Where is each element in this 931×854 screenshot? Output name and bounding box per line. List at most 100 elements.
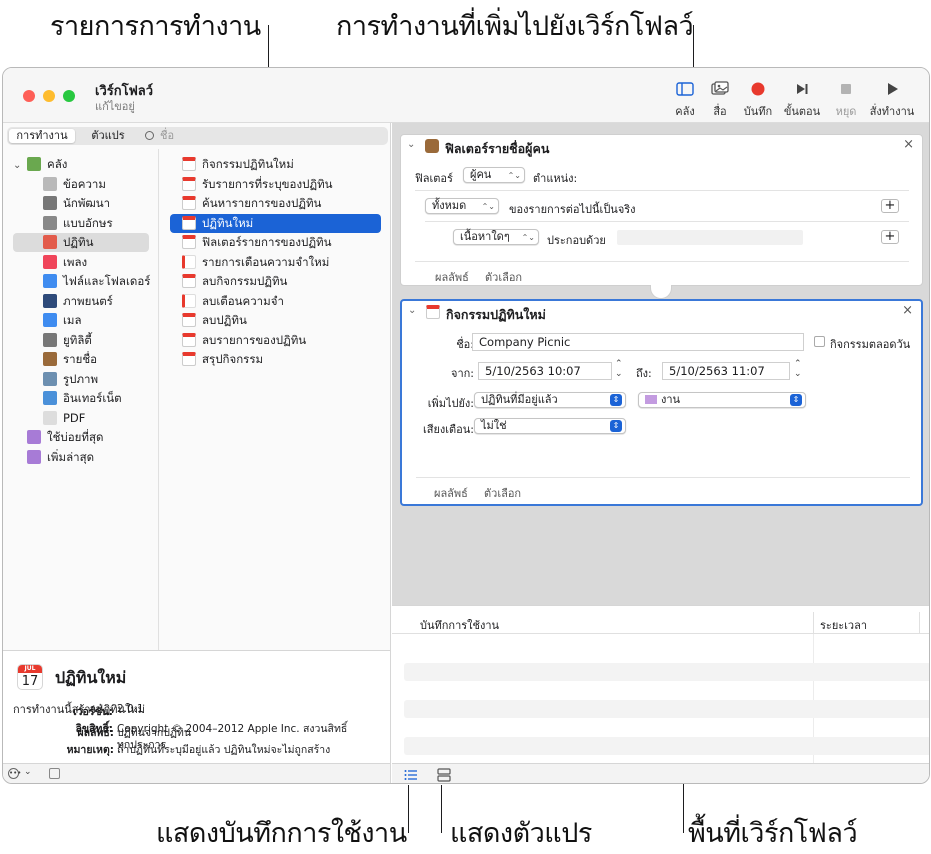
contains-value-field[interactable] (617, 230, 803, 245)
action-item[interactable]: ลบกิจกรรมปฏิทิน (170, 272, 381, 291)
chevron-down-icon[interactable]: ⌄ (13, 156, 23, 175)
library-item[interactable]: ยูทิลิตี้ (43, 331, 143, 350)
library-item[interactable]: ไฟล์และโฟลเดอร์ (43, 272, 150, 291)
action-item[interactable]: กิจกรรมปฏิทินใหม่ (170, 155, 381, 174)
calendar-icon (43, 235, 57, 249)
description-toggle-icon[interactable] (49, 768, 60, 779)
show-log-icon[interactable] (404, 767, 418, 781)
alarm-label: เสียงเตือน: (422, 423, 474, 436)
updown-icon: ⌃⌄ (481, 202, 495, 211)
chevron-down-icon[interactable]: ⌄ (24, 767, 32, 777)
run-toolbar-button[interactable]: สั่งทำงาน (869, 80, 915, 120)
close-icon[interactable]: × (902, 303, 913, 318)
options-tab[interactable]: ตัวเลือก (484, 484, 521, 502)
updown-icon: ⇕ (790, 394, 802, 406)
library-item[interactable]: PDF (43, 409, 143, 428)
library-item[interactable]: ปฏิทิน (13, 233, 149, 252)
action-item-label: กิจกรรมปฏิทินใหม่ (202, 157, 294, 171)
action-menu-icon[interactable]: ••• (8, 768, 21, 779)
stop-toolbar-button[interactable]: หยุด (825, 80, 867, 120)
contacts-icon (43, 352, 57, 366)
tab-variables[interactable]: ตัวแปร (79, 129, 137, 143)
to-date-field[interactable]: 5/10/2563 11:07 (662, 362, 790, 380)
calendar-select[interactable]: งาน ⇕ (638, 392, 806, 408)
log-column-header[interactable]: บันทึกการใช้งาน (420, 616, 499, 634)
to-stepper-icon[interactable]: ⌃ ⌄ (794, 359, 802, 379)
chevron-down-icon[interactable]: ⌄ (407, 139, 415, 150)
add-condition-button[interactable]: + (881, 230, 899, 244)
action-item-label: รายการเตือนความจำใหม่ (202, 254, 330, 269)
library-item[interactable]: นักพัฒนา (43, 194, 143, 213)
add-to-select[interactable]: ปฏิทินที่มีอยู่แล้ว ⇕ (474, 392, 626, 408)
workflow-area[interactable]: ⌄ ฟิลเตอร์รายชื่อผู้คน × ฟิลเตอร์ ผู้คน ⌃… (392, 123, 929, 605)
action-item[interactable]: ฟิลเตอร์รายการของปฏิทิน (170, 233, 381, 252)
action-item-label: รับรายการที่ระบุของปฏิทิน (202, 176, 333, 191)
from-date-field[interactable]: 5/10/2563 10:07 (478, 362, 612, 380)
action-item-label: ลบปฏิทิน (202, 313, 247, 327)
action-item[interactable]: รับรายการที่ระบุของปฏิทิน (170, 175, 381, 194)
library-item[interactable]: เพิ่มล่าสุด (27, 448, 143, 467)
new-calendar-event-action[interactable]: ⌄ กิจกรรมปฏิทินใหม่ × ชื่อ: Company Picn… (400, 299, 923, 506)
show-variables-icon[interactable] (437, 767, 451, 782)
match-all-select[interactable]: ทั้งหมด ⌃⌄ (425, 198, 499, 214)
music-icon (43, 254, 57, 269)
zoom-window-button[interactable] (63, 90, 75, 102)
media-toolbar-button[interactable]: สื่อ (699, 80, 741, 120)
results-tab[interactable]: ผลลัพธ์ (434, 484, 468, 502)
log-panel: บันทึกการใช้งาน ระยะเวลา (392, 605, 929, 764)
media-toolbar-label: สื่อ (713, 105, 727, 118)
add-condition-button[interactable]: + (881, 199, 899, 213)
event-name-field[interactable]: Company Picnic (472, 333, 804, 351)
action-item[interactable]: ลบปฏิทิน (170, 311, 381, 330)
calendar-value: งาน (661, 393, 681, 406)
library-item[interactable]: ภาพยนตร์ (43, 292, 143, 311)
allday-checkbox[interactable] (814, 336, 825, 347)
library-item[interactable]: ⌄ คลัง (13, 155, 143, 174)
action-item[interactable]: ปฏิทินใหม่ (170, 213, 381, 233)
library-icon (27, 157, 41, 171)
step-toolbar-label: ขั้นตอน (783, 105, 821, 118)
library-item[interactable]: เพลง (43, 253, 143, 272)
library-item[interactable]: รูปภาพ (43, 370, 143, 389)
chevron-down-icon[interactable]: ⌄ (408, 305, 416, 316)
tab-actions[interactable]: การทำงาน (9, 129, 75, 143)
record-toolbar-button[interactable]: บันทึก (737, 80, 779, 120)
library-item[interactable]: แบบอักษร (43, 214, 143, 233)
library-item[interactable]: รายชื่อ (43, 350, 143, 369)
action-item[interactable]: สรุปกิจกรรม (170, 350, 381, 369)
library-item[interactable]: เมล (43, 311, 143, 330)
library-item[interactable]: ข้อความ (43, 175, 143, 194)
calendar-day: 17 (21, 674, 39, 689)
alarm-select[interactable]: ไม่ใช่ ⇕ (474, 418, 626, 434)
calendar-icon (182, 274, 196, 288)
results-tab[interactable]: ผลลัพธ์ (435, 268, 469, 286)
action-item[interactable]: ลบรายการของปฏิทิน (170, 331, 381, 350)
callout-workflow-area: พื้นที่เวิร์กโฟลว์ (688, 818, 858, 849)
content-select[interactable]: เนื้อหาใดๆ ⌃⌄ (453, 229, 539, 245)
library-item-label: เมล (63, 313, 82, 327)
filter-people-action[interactable]: ⌄ ฟิลเตอร์รายชื่อผู้คน × ฟิลเตอร์ ผู้คน ⌃… (400, 134, 923, 286)
library-item-label: คลัง (47, 157, 68, 171)
log-row-stripe (404, 663, 929, 681)
filter-type-select[interactable]: ผู้คน ⌃⌄ (463, 167, 525, 183)
workflow-bottom-bar (392, 763, 929, 783)
filter-type-value: ผู้คน (470, 168, 492, 181)
options-tab[interactable]: ตัวเลือก (485, 268, 522, 286)
action-item[interactable]: รายการเตือนความจำใหม่ (170, 253, 381, 272)
duration-column-header[interactable]: ระยะเวลา (820, 616, 867, 634)
search-field[interactable]: ชื่อ (141, 129, 385, 143)
close-window-button[interactable] (23, 90, 35, 102)
step-toolbar-button[interactable]: ขั้นตอน (781, 80, 823, 120)
action-item[interactable]: ค้นหารายการของปฏิทิน (170, 194, 381, 213)
divider (415, 261, 909, 262)
library-item[interactable]: อินเทอร์เน็ต (43, 389, 143, 408)
allday-label: กิจกรรมตลอดวัน (830, 338, 911, 351)
from-stepper-icon[interactable]: ⌃ ⌄ (615, 359, 623, 379)
action-item[interactable]: ลบเตือนความจำ (170, 292, 381, 311)
text-icon (43, 176, 57, 191)
library-item-label: แบบอักษร (63, 215, 113, 230)
library-item[interactable]: ใช้บ่อยที่สุด (27, 428, 143, 447)
close-icon[interactable]: × (903, 137, 914, 152)
alarm-value: ไม่ใช่ (481, 419, 507, 432)
minimize-window-button[interactable] (43, 90, 55, 102)
